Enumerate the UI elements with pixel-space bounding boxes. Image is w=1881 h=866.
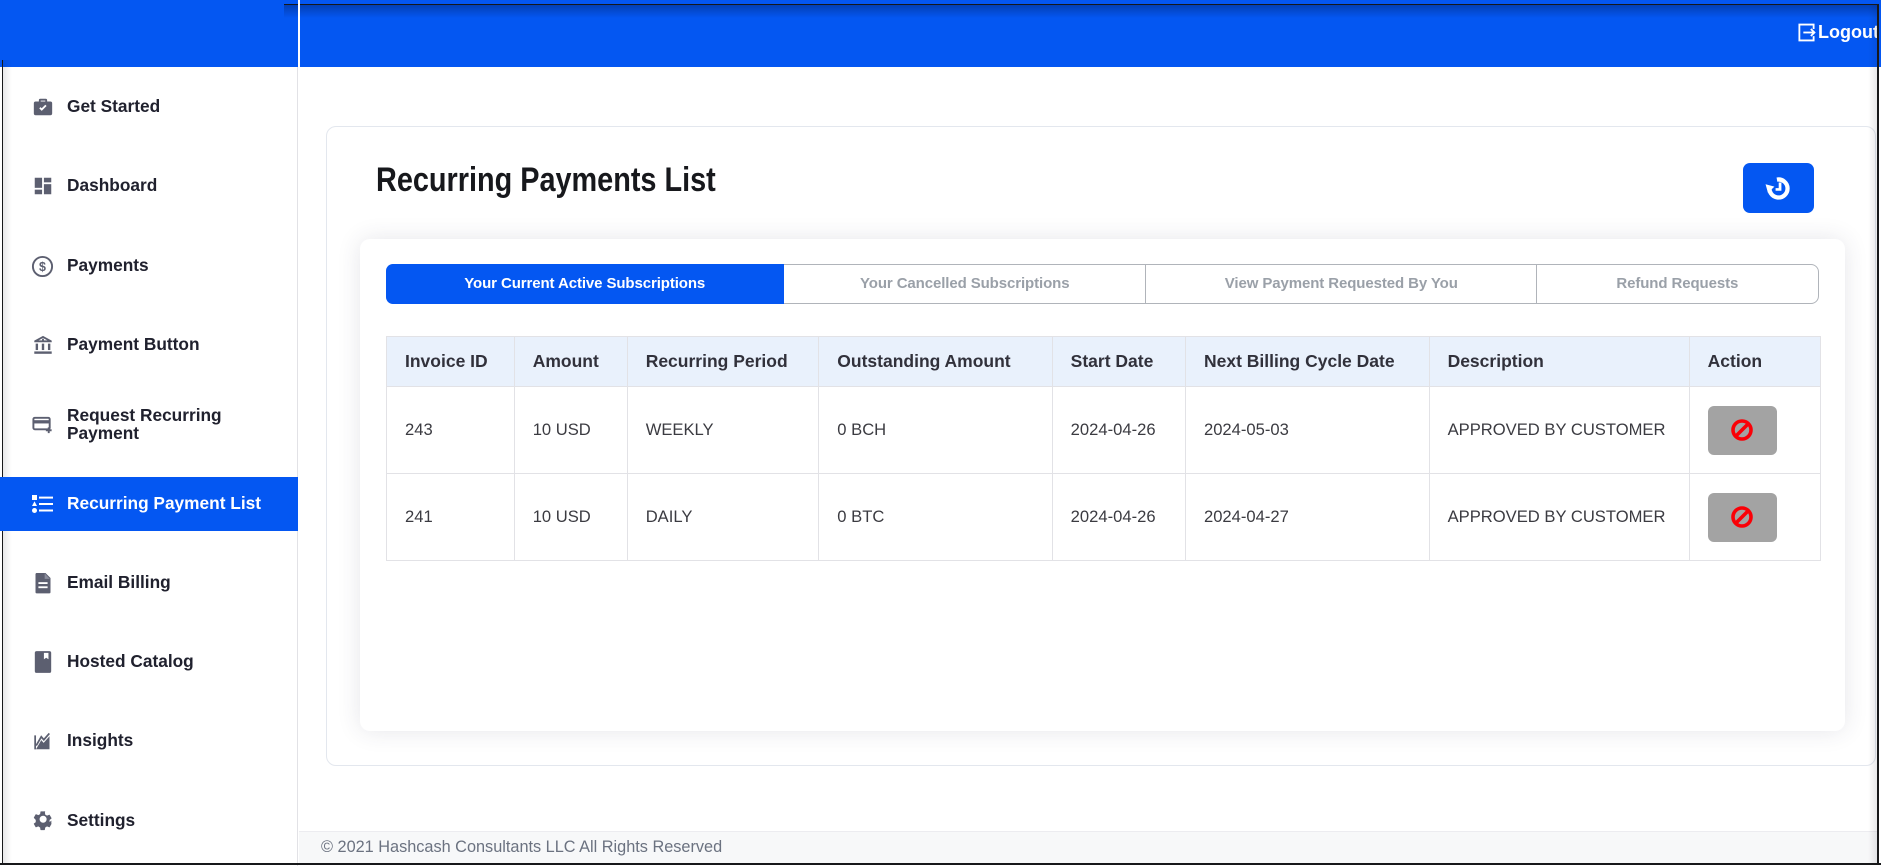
svg-text:$: $ [39, 259, 46, 273]
